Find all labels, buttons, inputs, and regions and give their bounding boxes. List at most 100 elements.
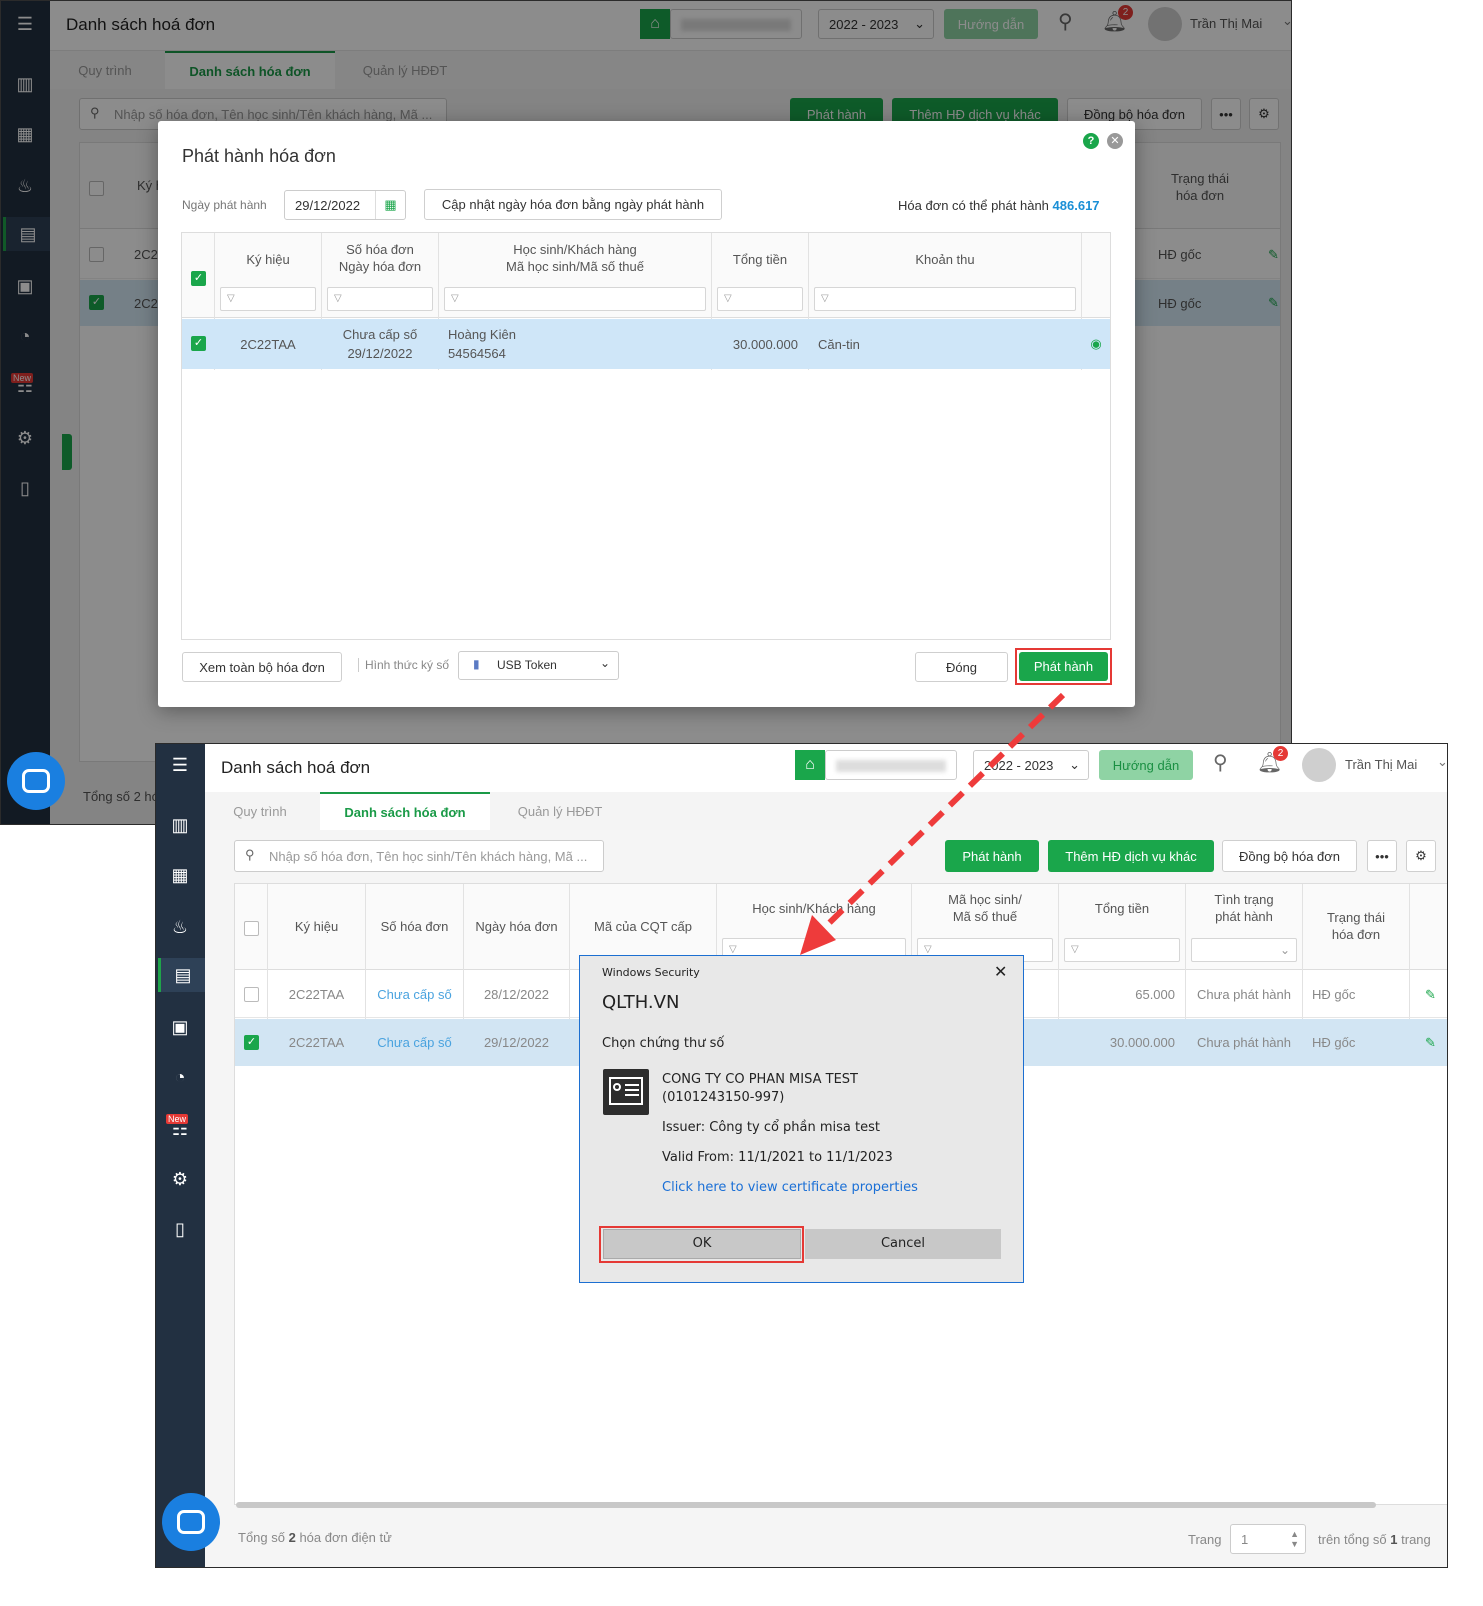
search-chart-icon[interactable]: ⚲ xyxy=(1213,750,1228,775)
issue-date-value: 29/12/2022 xyxy=(295,198,361,213)
user-name[interactable]: Trần Thị Mai xyxy=(1345,757,1417,772)
calendar-fee-icon[interactable]: ▦ xyxy=(164,858,196,892)
page-total-prefix: trên tổng số xyxy=(1318,1532,1391,1547)
modal-title: Phát hành hóa đơn xyxy=(182,146,336,166)
help-icon[interactable]: ? xyxy=(1083,133,1099,149)
row-ngay: 29/12/2022 xyxy=(347,346,413,361)
row-tongtien: 30.000.000 xyxy=(1109,1035,1175,1050)
row-tongtien: 65.000 xyxy=(1135,987,1175,1002)
row-checkbox[interactable] xyxy=(244,987,259,1002)
eye-icon[interactable]: ◉ xyxy=(1082,319,1110,369)
filter-khoanthu[interactable]: ▽ xyxy=(814,287,1076,311)
book-money-icon[interactable]: ▣ xyxy=(164,1010,196,1044)
edit-icon[interactable]: ✎ xyxy=(1425,1019,1436,1066)
tab-process[interactable]: Quy trình xyxy=(205,792,315,830)
cancel-button[interactable]: Cancel xyxy=(805,1229,1001,1259)
col-kyhieu: Ký hiệu xyxy=(294,918,339,934)
col-tinhtrang: Tình trạng phát hành xyxy=(1214,892,1274,924)
total-count: Tổng số 2 hóa đơn điện tử xyxy=(238,1530,392,1545)
horizontal-scrollbar-track[interactable] xyxy=(236,1502,1376,1508)
windows-security-dialog: Windows Security ✕ QLTH.VN Chọn chứng th… xyxy=(579,955,1024,1283)
row-checkbox[interactable]: ✓ xyxy=(191,336,206,351)
page-number-input[interactable]: 1 ▲ ▼ xyxy=(1230,1524,1306,1554)
avatar[interactable] xyxy=(1302,748,1336,782)
add-service-invoice-button[interactable]: Thêm HĐ dịch vụ khác xyxy=(1048,840,1214,872)
update-date-button[interactable]: Cập nhật ngày hóa đơn bằng ngày phát hàn… xyxy=(424,189,722,220)
available-label: Hóa đơn có thể phát hành 486.617 xyxy=(898,198,1100,213)
new-badge: New xyxy=(166,1114,189,1124)
filter-so[interactable]: ▽ xyxy=(327,287,433,311)
col-hocsinh: Học sinh/Khách hàng xyxy=(752,900,876,916)
invoice-icon[interactable]: ▤ xyxy=(158,958,205,992)
calendar-icon[interactable]: ▦ xyxy=(375,191,405,219)
col-so-ngay: Số hóa đơn Ngày hóa đơn xyxy=(338,242,422,274)
col-hocsinh: Học sinh/Khách hàng Mã học sinh/Mã số th… xyxy=(505,242,645,274)
issue-date-input[interactable]: 29/12/2022 ▦ xyxy=(284,190,406,220)
more-button[interactable]: ••• xyxy=(1367,840,1397,872)
modal-issue-button[interactable]: Phát hành xyxy=(1019,652,1108,681)
school-selector[interactable] xyxy=(825,750,957,780)
guide-button[interactable]: Hướng dẫn xyxy=(1099,750,1193,780)
row-tinhtrang: Chưa phát hành xyxy=(1197,987,1291,1002)
chat-bubble-icon[interactable] xyxy=(7,752,65,810)
report-pie-icon[interactable]: ◔ xyxy=(164,1060,196,1094)
filter-kyhieu[interactable]: ▽ xyxy=(220,287,316,311)
search-placeholder: Nhập số hóa đơn, Tên học sinh/Tên khách … xyxy=(269,849,588,864)
modal-select-all-checkbox[interactable]: ✓ xyxy=(191,271,206,286)
cert-id: (0101243150-997) xyxy=(662,1090,785,1105)
tab-invoice-list[interactable]: Danh sách hóa đơn xyxy=(320,792,490,830)
dialog-prompt: Chọn chứng thư số xyxy=(602,1036,725,1051)
row-kyhieu: 2C22TAA xyxy=(288,987,345,1002)
dialog-title: Windows Security xyxy=(602,966,700,979)
cert-validity: Valid From: 11/1/2021 to 11/1/2023 xyxy=(662,1150,893,1165)
header: Danh sách hoá đơn ⌂ 2022 - 2023 ⌄ Hướng d… xyxy=(205,744,1447,794)
tab-einvoice[interactable]: Quản lý HĐĐT xyxy=(495,792,625,830)
row-checkbox[interactable]: ✓ xyxy=(244,1035,259,1050)
chevron-down-icon: ⌄ xyxy=(1069,757,1080,772)
chevron-down-icon: ⌄ xyxy=(599,656,610,670)
col-khoanthu: Khoản thu xyxy=(915,251,975,267)
chat-bubble-icon[interactable] xyxy=(162,1493,220,1551)
settings-icon[interactable]: ⚙ xyxy=(164,1162,196,1196)
close-icon[interactable]: ✕ xyxy=(1107,133,1123,149)
row-so-link[interactable]: Chưa cấp số xyxy=(366,1019,463,1066)
row-ngay: 29/12/2022 xyxy=(483,1035,550,1050)
select-all-checkbox[interactable] xyxy=(244,921,259,936)
year-value: 2022 - 2023 xyxy=(984,758,1054,773)
top-screenshot: ☰ ▥ ▦ ♨ ▤ ▣ ◔ ☷ New ⚙ ▯ Danh sách hoá đơ… xyxy=(0,0,1292,825)
gear-icon[interactable]: ⚙ xyxy=(1406,840,1436,872)
table-row[interactable]: ✓ 2C22TAA Chưa cấp số 29/12/2022 Hoàng K… xyxy=(182,319,1110,369)
home-icon[interactable]: ⌂ xyxy=(795,750,825,780)
notification-badge: 2 xyxy=(1273,746,1288,761)
cert-properties-link[interactable]: Click here to view certificate propertie… xyxy=(662,1180,918,1195)
filter-tongtien[interactable]: ▽ xyxy=(1064,938,1180,962)
ok-button[interactable]: OK xyxy=(603,1229,801,1259)
row-tongtien: 30.000.000 xyxy=(732,336,798,352)
search-input[interactable]: ⚲ Nhập số hóa đơn, Tên học sinh/Tên khách… xyxy=(234,840,604,872)
filter-tongtien[interactable]: ▽ xyxy=(717,287,803,311)
view-all-invoices-button[interactable]: Xem toàn bộ hóa đơn xyxy=(182,652,342,682)
dialog-app-name: QLTH.VN xyxy=(602,992,680,1013)
user-chevron-icon[interactable]: ⌄ xyxy=(1437,754,1447,770)
bottom-screenshot: ☰ ▥ ▦ ♨ ▤ ▣ ◔ ☷ New ⚙ ▯ Danh sách hoá đơ… xyxy=(155,743,1448,1568)
sidebar: ☰ ▥ ▦ ♨ ▤ ▣ ◔ ☷ New ⚙ ▯ xyxy=(156,744,205,1567)
money-hand-icon[interactable]: ♨ xyxy=(164,910,196,944)
year-selector[interactable]: 2022 - 2023 ⌄ xyxy=(973,750,1089,780)
edit-icon[interactable]: ✎ xyxy=(1425,971,1436,1018)
sync-invoice-button[interactable]: Đồng bộ hóa đơn xyxy=(1222,840,1357,872)
filter-hocsinh[interactable]: ▽ xyxy=(444,287,706,311)
filter-tinhtrang[interactable]: ⌄ xyxy=(1191,938,1297,962)
manual-book-icon[interactable]: ▯ xyxy=(164,1212,196,1246)
row-tinhtrang: Chưa phát hành xyxy=(1197,1035,1291,1050)
row-so-link[interactable]: Chưa cấp số xyxy=(366,971,463,1018)
menu-icon[interactable]: ☰ xyxy=(164,748,196,782)
sign-method-select[interactable]: ▮ USB Token ⌄ xyxy=(458,651,619,680)
available-value: 486.617 xyxy=(1052,198,1100,213)
page-total: trên tổng số 1 trang xyxy=(1318,1532,1431,1547)
sign-method-value: USB Token xyxy=(497,658,557,672)
dashboard-icon[interactable]: ▥ xyxy=(164,808,196,842)
close-button[interactable]: Đóng xyxy=(915,652,1008,682)
issue-button[interactable]: Phát hành xyxy=(945,840,1039,872)
dialog-close-icon[interactable]: ✕ xyxy=(994,962,1007,981)
stepper-icon[interactable]: ▲ ▼ xyxy=(1290,1529,1299,1549)
